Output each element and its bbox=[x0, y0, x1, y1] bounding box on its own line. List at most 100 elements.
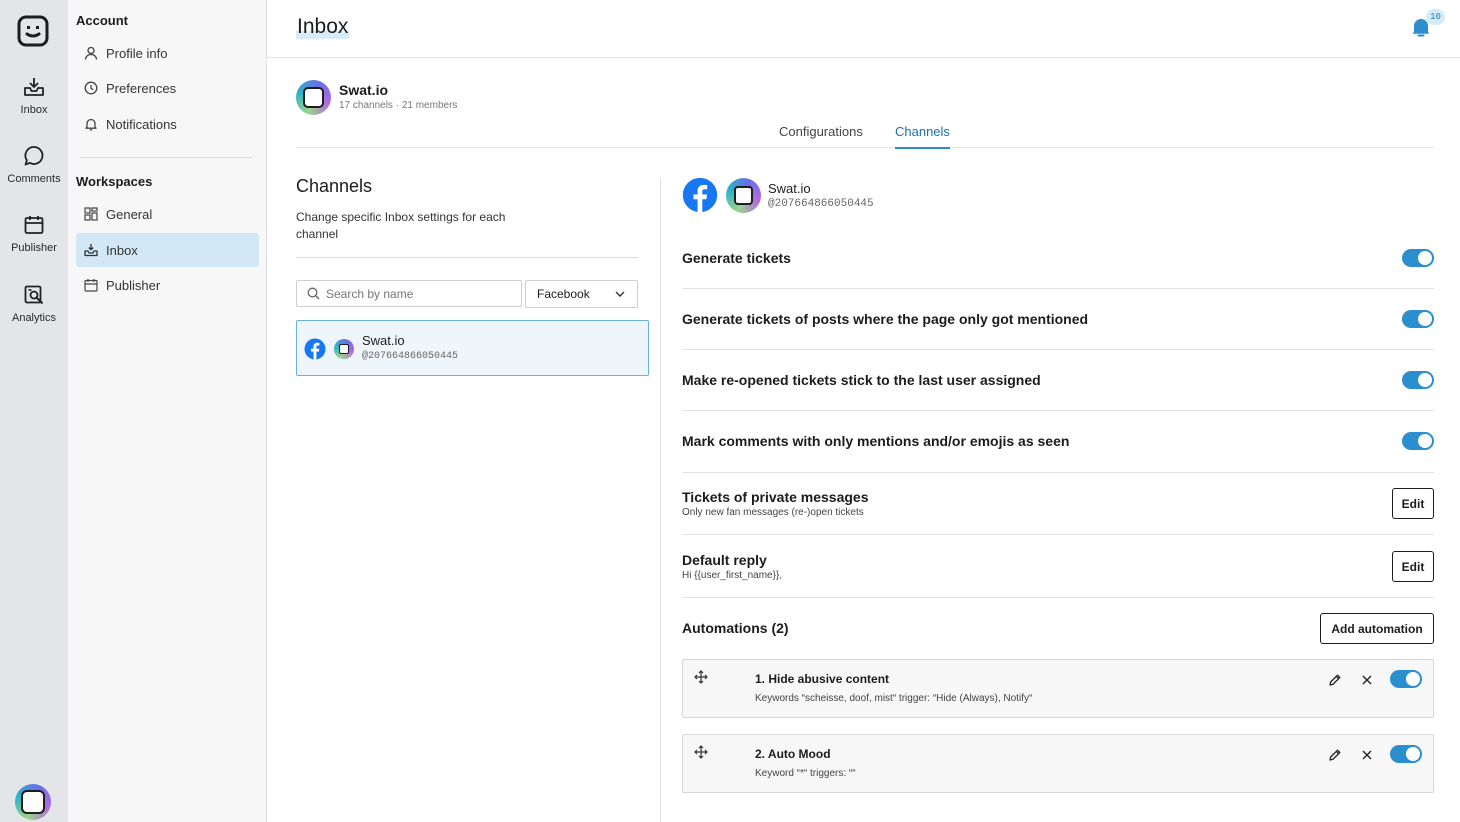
generate-tickets-toggle[interactable] bbox=[1402, 249, 1434, 267]
comment-icon bbox=[24, 146, 44, 166]
sidebar-item-label: Notifications bbox=[106, 116, 177, 132]
workspaces-heading: Workspaces bbox=[76, 174, 153, 189]
sidebar-divider bbox=[80, 157, 252, 158]
mark-mentions-seen-toggle[interactable] bbox=[1402, 432, 1434, 450]
detail-channel-avatar bbox=[726, 178, 761, 213]
rail-item-label: Publisher bbox=[11, 242, 57, 254]
pencil-icon[interactable] bbox=[1328, 673, 1342, 687]
drag-handle-icon[interactable] bbox=[694, 670, 708, 684]
channels-description: Change specific Inbox settings for each … bbox=[296, 210, 506, 241]
automation-description: Keywords “scheisse, doof, mist“ trigger:… bbox=[755, 693, 1033, 704]
facebook-icon bbox=[682, 177, 718, 213]
setting-generate-tickets: Generate tickets bbox=[682, 228, 1434, 289]
search-input[interactable] bbox=[326, 286, 506, 301]
setting-sublabel: Hi {{user_first_name}}, bbox=[682, 570, 783, 581]
add-automation-button[interactable]: Add automation bbox=[1320, 613, 1434, 644]
grid-icon bbox=[84, 207, 98, 221]
pencil-icon[interactable] bbox=[1328, 748, 1342, 762]
chevron-down-icon bbox=[615, 291, 625, 297]
setting-label: Generate tickets of posts where the page… bbox=[682, 311, 1089, 327]
tab-configurations[interactable]: Configurations bbox=[779, 124, 863, 147]
top-bar: Inbox 10 bbox=[267, 0, 1460, 58]
sidebar-item-profile-info[interactable]: Profile info bbox=[76, 36, 259, 70]
automation-title: 1. Hide abusive content bbox=[755, 672, 890, 686]
account-heading: Account bbox=[76, 13, 128, 28]
reopened-tickets-toggle[interactable] bbox=[1402, 371, 1434, 389]
setting-label: Generate tickets bbox=[682, 250, 791, 266]
app-logo-icon[interactable] bbox=[17, 15, 49, 47]
default-reply-edit-button[interactable]: Edit bbox=[1392, 551, 1434, 582]
sidebar-item-label: Publisher bbox=[106, 277, 161, 293]
automation-title: 2. Auto Mood bbox=[755, 747, 831, 761]
setting-label: Make re-opened tickets stick to the last… bbox=[682, 372, 1041, 388]
setting-mark-mentions-seen: Mark comments with only mentions and/or … bbox=[682, 411, 1434, 473]
user-icon bbox=[84, 46, 98, 60]
automation-toggle[interactable] bbox=[1390, 670, 1422, 688]
sidebar-item-label: General bbox=[106, 206, 153, 222]
automation-description: Keyword “*“ triggers: ““ bbox=[755, 768, 856, 779]
tab-bar: Configurations Channels bbox=[296, 118, 1434, 149]
rail-item-publisher[interactable]: Publisher bbox=[0, 214, 68, 254]
rail-item-comments[interactable]: Comments bbox=[0, 145, 68, 185]
workspace-meta: 17 channels · 21 members bbox=[339, 100, 458, 111]
drag-handle-icon[interactable] bbox=[694, 745, 708, 759]
main-content: Inbox 10 Swat.io 17 channels · 21 member… bbox=[267, 0, 1460, 822]
automation-item: 2. Auto Mood Keyword “*“ triggers: ““ bbox=[682, 734, 1434, 793]
channels-title: Channels bbox=[296, 176, 373, 196]
sidebar-item-preferences[interactable]: Preferences bbox=[76, 71, 259, 105]
automation-toggle[interactable] bbox=[1390, 745, 1422, 763]
sidebar-item-label: Inbox bbox=[106, 242, 138, 258]
tab-channels[interactable]: Channels bbox=[895, 124, 950, 149]
rail-item-analytics[interactable]: Analytics bbox=[0, 284, 68, 324]
channel-list-item[interactable]: Swat.io @207664866050445 bbox=[296, 320, 649, 376]
close-icon[interactable] bbox=[1362, 675, 1372, 685]
rail-item-label: Comments bbox=[7, 173, 61, 185]
channel-name: Swat.io bbox=[362, 333, 405, 348]
column-divider bbox=[660, 178, 661, 822]
setting-sublabel: Only new fan messages (re-)open tickets bbox=[682, 507, 864, 518]
network-filter-value: Facebook bbox=[537, 287, 590, 301]
inbox-icon bbox=[24, 78, 44, 96]
detail-channel-name: Swat.io bbox=[768, 181, 811, 196]
setting-mentioned-posts: Generate tickets of posts where the page… bbox=[682, 289, 1434, 350]
rail-item-inbox[interactable]: Inbox bbox=[0, 76, 68, 116]
detail-channel-handle: @207664866050445 bbox=[768, 198, 874, 210]
workspace-name: Swat.io bbox=[339, 82, 389, 98]
inbox-icon bbox=[84, 244, 98, 257]
sidebar-item-label: Preferences bbox=[106, 80, 177, 96]
network-filter-select[interactable]: Facebook bbox=[525, 280, 638, 308]
bell-icon bbox=[85, 118, 97, 131]
calendar-icon bbox=[24, 216, 44, 234]
channel-avatar bbox=[334, 339, 354, 359]
app-rail: Inbox Comments Publisher Analytics bbox=[0, 0, 68, 822]
setting-label: Mark comments with only mentions and/or … bbox=[682, 433, 1070, 449]
sidebar-item-publisher[interactable]: Publisher bbox=[76, 268, 259, 302]
setting-label: Default reply bbox=[682, 552, 767, 568]
workspace-avatar bbox=[296, 80, 331, 115]
close-icon[interactable] bbox=[1362, 750, 1372, 760]
page-title: Inbox bbox=[296, 15, 350, 39]
setting-private-messages: Tickets of private messages Only new fan… bbox=[682, 473, 1434, 535]
sidebar-item-general[interactable]: General bbox=[76, 197, 259, 231]
rail-item-label: Inbox bbox=[20, 104, 48, 116]
channels-divider bbox=[296, 257, 638, 258]
sidebar-item-notifications[interactable]: Notifications bbox=[76, 107, 259, 141]
sidebar-item-inbox[interactable]: Inbox bbox=[76, 233, 259, 267]
channel-search[interactable] bbox=[296, 280, 522, 307]
clock-icon bbox=[84, 81, 98, 95]
mentioned-posts-toggle[interactable] bbox=[1402, 310, 1434, 328]
search-icon bbox=[307, 287, 320, 300]
automation-item: 1. Hide abusive content Keywords “scheis… bbox=[682, 659, 1434, 718]
setting-reopened-tickets: Make re-opened tickets stick to the last… bbox=[682, 350, 1434, 411]
notification-count-badge: 10 bbox=[1426, 9, 1445, 25]
private-messages-edit-button[interactable]: Edit bbox=[1392, 488, 1434, 519]
setting-default-reply: Default reply Hi {{user_first_name}}, Ed… bbox=[682, 535, 1434, 598]
channel-handle: @207664866050445 bbox=[362, 351, 459, 362]
facebook-icon bbox=[304, 338, 326, 360]
calendar-icon bbox=[84, 279, 98, 292]
setting-label: Tickets of private messages bbox=[682, 489, 869, 505]
user-avatar[interactable] bbox=[15, 784, 51, 820]
analytics-icon bbox=[24, 285, 44, 305]
sidebar-item-label: Profile info bbox=[106, 45, 168, 61]
settings-sidebar: Account Profile info Preferences Notific… bbox=[68, 0, 267, 822]
